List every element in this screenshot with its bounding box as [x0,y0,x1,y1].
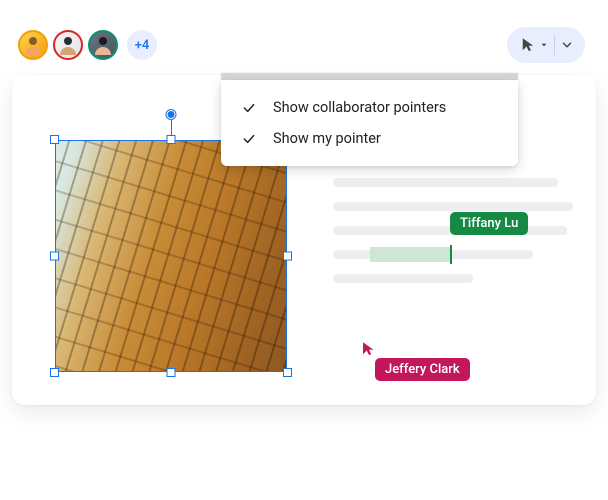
check-icon [241,131,257,147]
cursor-icon [519,36,537,54]
avatar-overflow-count: +4 [135,38,150,53]
resize-handle-br[interactable] [283,368,292,377]
selected-image[interactable] [55,140,287,372]
collaborator-name: Jeffery Clark [385,362,460,377]
text-line [333,274,473,283]
person-icon [56,33,80,57]
avatar-overflow[interactable]: +4 [127,30,157,60]
resize-handle-tm[interactable] [167,135,176,144]
resize-handle-ml[interactable] [50,252,59,261]
rotation-handle[interactable] [167,110,176,119]
chevron-down-icon [560,38,574,52]
resize-handle-bm[interactable] [167,368,176,377]
collaborator-avatars: +4 [18,30,157,60]
caret-down-icon [539,40,549,50]
selection-outline [55,140,287,372]
text-selection-highlight [370,247,450,262]
collaborator-label-tiffany: Tiffany Lu [450,212,528,235]
person-icon [91,33,115,57]
resize-handle-tl[interactable] [50,135,59,144]
menu-item-show-collab-pointers[interactable]: Show collaborator pointers [221,92,518,123]
pointer-options-button[interactable] [507,27,585,63]
collaborator-label-jeffery: Jeffery Clark [375,358,470,381]
menu-item-label: Show collaborator pointers [273,99,446,116]
text-block [333,178,571,298]
divider [554,35,555,55]
menu-item-label: Show my pointer [273,130,381,147]
text-line [333,178,558,187]
collaborator-name: Tiffany Lu [460,216,518,231]
check-icon [241,100,257,116]
person-icon [21,33,45,57]
resize-handle-mr[interactable] [283,252,292,261]
collaborator-caret [450,245,452,264]
resize-handle-bl[interactable] [50,368,59,377]
collaborator-pointer-icon [360,340,378,358]
text-line [333,202,573,211]
avatar[interactable] [53,30,83,60]
avatar[interactable] [88,30,118,60]
menu-item-show-my-pointer[interactable]: Show my pointer [221,123,518,154]
avatar[interactable] [18,30,48,60]
pointer-options-menu: Show collaborator pointers Show my point… [221,80,518,166]
text-line [333,250,533,259]
